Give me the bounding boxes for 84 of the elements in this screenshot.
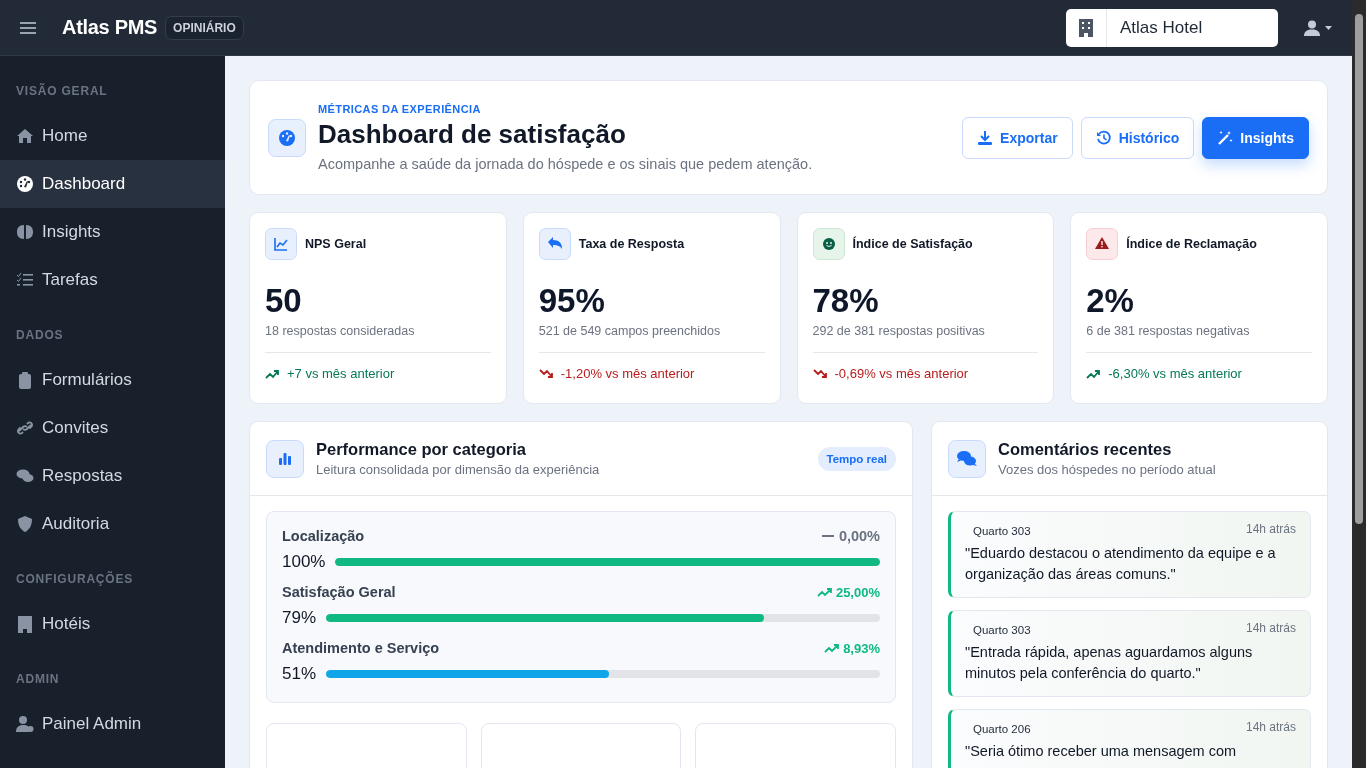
insights-button[interactable]: Insights [1202,116,1309,159]
page-title: Dashboard de satisfação [318,119,627,150]
export-button[interactable]: Exportar [962,116,1073,159]
metric-title: Índice de Reclamação [1126,237,1257,251]
category-name: Localização [282,528,365,544]
panel-subtitle: Vozes dos hóspedes no período atual [998,462,1217,477]
panel-subtitle: Leitura consolidada por dimensão da experiência [316,462,601,477]
category-change: 25,00% [835,584,880,600]
scrollbar-thumb[interactable] [1355,14,1363,524]
metric-detail: 18 respostas consideradas [265,324,491,353]
magic-wand-icon [1217,129,1234,146]
admin-icon [16,715,34,733]
link-icon [16,419,34,437]
section-heading: CONFIGURAÇÕES [15,572,135,586]
history-icon [1095,129,1112,146]
section-heading: DADOS [15,328,65,342]
nav-item[interactable]: Home [0,112,225,160]
category-name: Atendimento e Serviço [282,640,440,656]
live-badge: Tempo real [817,446,896,471]
room-label: Quarto 303 [973,624,1031,636]
category-percent: 51% [282,664,317,684]
chat-icon [948,439,986,478]
trend-change: -0,69% vs mês anterior [834,366,969,381]
panel-title: Comentários recentes [998,440,1173,459]
hotel-selector[interactable]: Atlas Hotel [1066,8,1278,47]
nav-item[interactable]: Auditoria [0,500,225,548]
metric-detail: 521 de 549 campos preenchidos [538,324,765,353]
category-percent: 79% [282,608,317,628]
metric-value: 95% [538,282,606,320]
nav-item[interactable]: Tarefas [0,256,225,304]
section-heading: ADMIN [15,672,61,686]
category-percent: 100% [282,552,326,572]
nav-item[interactable]: Hotéis [0,600,225,648]
brand-badge: OPINIÁRIO [165,15,244,40]
category-change: 8,93% [843,640,880,656]
metric-detail: 292 de 381 respostas positivas [812,324,1039,353]
warning-icon [1086,228,1119,260]
smiley-icon [812,228,845,260]
comment-text: "Seria ótimo receber uma mensagem com [965,742,1238,761]
comment-time: 14h atrás [1245,621,1296,636]
metric-value: 50 [265,282,303,320]
category-change: 0,00% [838,528,880,544]
nav-item[interactable]: Respostas [0,452,225,500]
nav-item[interactable]: Insights [0,208,225,256]
metric-title: NPS Geral [305,237,367,251]
user-menu-button[interactable] [1304,19,1332,36]
download-icon [977,129,994,146]
line-chart-icon [265,228,297,260]
shield-icon [16,515,34,533]
tasks-icon [16,271,34,289]
chat-icon [16,467,34,485]
metric-detail: 6 de 381 respostas negativas [1086,324,1312,353]
gauge-icon [16,175,34,193]
reply-icon [538,228,571,260]
comment-text: "Eduardo destacou o atendimento da equipe e a organização das áreas comuns." [965,544,1277,584]
scrollbar[interactable] [1352,0,1366,768]
brand-name: Atlas PMS [62,16,158,39]
bar-chart-icon [266,439,304,478]
nav-item[interactable]: Dashboard [0,160,225,208]
eyebrow-label: MÉTRICAS DA EXPERIÊNCIA [318,103,482,115]
history-button[interactable]: Histórico [1080,116,1195,159]
category-name: Satisfação Geral [282,584,396,600]
gauge-icon [268,118,306,157]
building-icon [16,615,34,633]
metric-title: Taxa de Resposta [578,237,685,251]
comment-time: 14h atrás [1245,720,1296,735]
building-icon [1078,18,1094,37]
section-heading: VISÃO GERAL [15,84,109,98]
nav-item[interactable]: Convites [0,404,225,452]
nav-item[interactable]: Painel Admin [0,700,225,748]
metric-value: 78% [812,282,880,320]
room-label: Quarto 206 [973,723,1031,735]
trend-change: +7 vs mês anterior [287,366,395,381]
panel-title: Performance por categoria [316,440,527,459]
nav-item[interactable]: Formulários [0,356,225,404]
home-icon [16,127,34,145]
comment-time: 14h atrás [1245,522,1296,537]
metric-value: 2% [1086,282,1135,320]
room-label: Quarto 303 [973,525,1031,537]
trend-change: -1,20% vs mês anterior [560,366,695,381]
comment-text: "Entrada rápida, apenas aguardamos alguns minutos pela conferência do quarto." [965,643,1254,683]
metric-title: Índice de Satisfação [852,237,973,251]
trend-change: -6,30% vs mês anterior [1108,366,1242,381]
page-subtitle: Acompanhe a saúde da jornada do hóspede e os sinais que pedem atenção. [318,156,814,172]
